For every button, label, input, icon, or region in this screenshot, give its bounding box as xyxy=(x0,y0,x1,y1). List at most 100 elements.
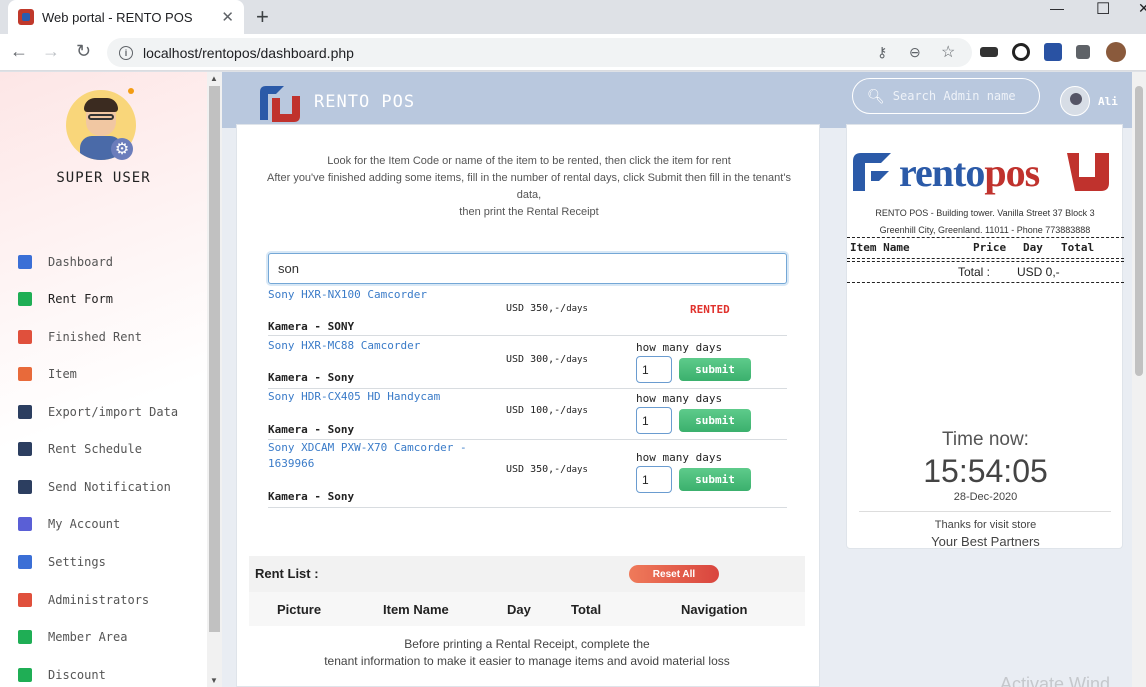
receipt-column: Item Name xyxy=(850,241,910,254)
key-icon[interactable]: ⚷ xyxy=(877,44,887,61)
time-label: Time now: xyxy=(942,429,1029,450)
tab-title: Web portal - RENTO POS xyxy=(42,9,193,25)
sidebar-item-label: Rent Schedule xyxy=(48,442,142,456)
admin-search-input[interactable] xyxy=(892,89,1043,103)
close-tab-icon[interactable]: ✕ xyxy=(221,8,234,26)
item-name-link[interactable]: Sony XDCAM PXW-X70 Camcorder - 1639966 xyxy=(268,440,478,472)
sidebar-item-label: Settings xyxy=(48,555,106,569)
note-line: Before printing a Rental Receipt, comple… xyxy=(404,637,650,651)
sidebar-item-label: Administrators xyxy=(48,593,150,607)
monitor-icon xyxy=(18,255,32,269)
back-icon[interactable]: ← xyxy=(10,41,28,62)
sidebar-item-label: Send Notification xyxy=(48,480,171,494)
sidebar-item-settings[interactable]: Settings xyxy=(0,547,207,577)
brand-title: RENTO POS xyxy=(314,92,416,112)
profile-avatar[interactable] xyxy=(1106,42,1126,62)
item-name-link[interactable]: Sony HXR-MC88 Camcorder xyxy=(268,338,478,354)
extensions-icon[interactable] xyxy=(1076,45,1090,59)
admin-search[interactable]: 🔍︎ xyxy=(852,78,1043,114)
sidebar-item-send-notification[interactable]: Send Notification xyxy=(0,472,207,502)
clock: 15:54:05 xyxy=(923,453,1048,489)
column-header: Item Name xyxy=(383,602,449,617)
box-icon xyxy=(18,367,32,381)
sidebar-item-label: Rent Form xyxy=(48,292,114,306)
sidebar-item-administrators[interactable]: Administrators xyxy=(0,585,207,615)
forward-icon[interactable]: → xyxy=(42,41,60,62)
item-search-input[interactable] xyxy=(268,253,787,284)
sidebar-item-rent-schedule[interactable]: Rent Schedule xyxy=(0,434,207,464)
sidebar-item-member-area[interactable]: Member Area xyxy=(0,622,207,652)
submit-button[interactable]: submit xyxy=(679,409,751,432)
days-input[interactable] xyxy=(636,407,672,434)
scrollbar-thumb[interactable] xyxy=(1135,86,1143,376)
item-price: USD 300,-/days xyxy=(506,354,588,365)
close-window-icon[interactable]: ✕ xyxy=(1138,0,1146,17)
circle-extension-icon[interactable] xyxy=(1012,43,1030,61)
page-scrollbar[interactable] xyxy=(1132,72,1146,687)
reload-icon[interactable]: ↻ xyxy=(76,41,91,62)
sidebar-item-finished-rent[interactable]: Finished Rent xyxy=(0,322,207,352)
sidebar-item-label: Dashboard xyxy=(48,255,114,269)
list-item[interactable]: Sony HDR-CX405 HD Handycam USD 100,-/day… xyxy=(268,389,787,440)
top-header: RENTO POS 🔍︎ Ali xyxy=(222,72,1132,128)
sidebar: ⚙ SUPER USER Dashboard Rent Form Finished … xyxy=(0,72,207,687)
sidebar-item-my-account[interactable]: My Account xyxy=(0,509,207,539)
sidebar-item-item[interactable]: Item xyxy=(0,359,207,389)
scissors-icon xyxy=(18,668,32,682)
gear-icon: ⚙ xyxy=(111,138,133,160)
address-line: RENTO POS - Building tower. Vanilla Stre… xyxy=(875,208,1095,218)
total-value: USD 0,- xyxy=(1017,265,1060,279)
rent-list-header: Rent List : Reset All xyxy=(249,556,805,592)
star-icon[interactable]: ☆ xyxy=(941,42,955,62)
column-header: Picture xyxy=(277,602,322,617)
sidebar-item-rent-form[interactable]: Rent Form xyxy=(0,284,207,314)
receipt-column: Total xyxy=(1061,241,1095,254)
minimize-icon[interactable]: — xyxy=(1050,0,1064,16)
item-price: USD 350,-/days xyxy=(506,464,588,475)
user-menu[interactable]: Ali xyxy=(1060,86,1118,116)
user-icon xyxy=(18,630,32,644)
new-tab-icon[interactable]: + xyxy=(256,4,269,30)
days-label: how many days xyxy=(636,392,723,405)
scrollbar-thumb[interactable] xyxy=(209,86,220,632)
days-input[interactable] xyxy=(636,466,672,493)
address-bar[interactable]: i localhost/rentopos/dashboard.php ⚷ ⊖ ☆ xyxy=(107,38,972,67)
item-name-link[interactable]: Sony HXR-NX100 Camcorder xyxy=(268,287,478,303)
item-category: Kamera - Sony xyxy=(268,371,355,384)
sidebar-item-export-import-data[interactable]: Export/import Data xyxy=(0,397,207,427)
sidebar-scrollbar[interactable]: ▲ ▼ xyxy=(207,72,222,687)
search-icon: 🔍︎ xyxy=(867,87,885,104)
total-label: Total : xyxy=(958,265,991,279)
list-icon xyxy=(18,405,32,419)
slogan: Your Best Partners xyxy=(931,534,1040,549)
receipt-column: Day xyxy=(1023,241,1043,254)
sidebar-item-label: Item xyxy=(48,367,77,381)
logo-text: rentopos xyxy=(899,150,1040,195)
scroll-up-icon[interactable]: ▲ xyxy=(210,74,218,83)
scroll-down-icon[interactable]: ▼ xyxy=(210,676,218,685)
info-icon[interactable]: i xyxy=(119,45,133,60)
maximize-icon[interactable]: ☐ xyxy=(1096,0,1110,19)
logo-end-icon xyxy=(1067,153,1109,191)
days-input[interactable] xyxy=(636,356,672,383)
incognito-extension-icon[interactable] xyxy=(980,47,998,57)
reset-all-button[interactable]: Reset All xyxy=(629,565,719,583)
divider xyxy=(859,511,1111,512)
list-item[interactable]: Sony HXR-MC88 Camcorder USD 300,-/days h… xyxy=(268,338,787,389)
zoom-icon[interactable]: ⊖ xyxy=(909,44,921,61)
list-item[interactable]: Sony HXR-NX100 Camcorder USD 350,-/days … xyxy=(268,287,787,336)
receipt-column: Price xyxy=(973,241,1007,254)
thanks-text: Thanks for visit store xyxy=(934,519,1037,531)
activation-watermark: Activate Wind xyxy=(1000,674,1111,687)
browser-tab[interactable]: Web portal - RENTO POS ✕ xyxy=(8,0,244,34)
screen-extension-icon[interactable] xyxy=(1044,43,1062,61)
sidebar-item-dashboard[interactable]: Dashboard xyxy=(0,247,207,277)
submit-button[interactable]: submit xyxy=(679,468,751,491)
item-name-link[interactable]: Sony HDR-CX405 HD Handycam xyxy=(268,389,478,405)
instruction-line: After you've finished adding some items,… xyxy=(267,172,791,201)
list-item[interactable]: Sony XDCAM PXW-X70 Camcorder - 1639966 U… xyxy=(268,440,787,508)
sidebar-item-discount[interactable]: Discount xyxy=(0,660,207,687)
sidebar-item-label: Finished Rent xyxy=(48,330,142,344)
submit-button[interactable]: submit xyxy=(679,358,751,381)
item-price: USD 350,-/days xyxy=(506,303,588,314)
